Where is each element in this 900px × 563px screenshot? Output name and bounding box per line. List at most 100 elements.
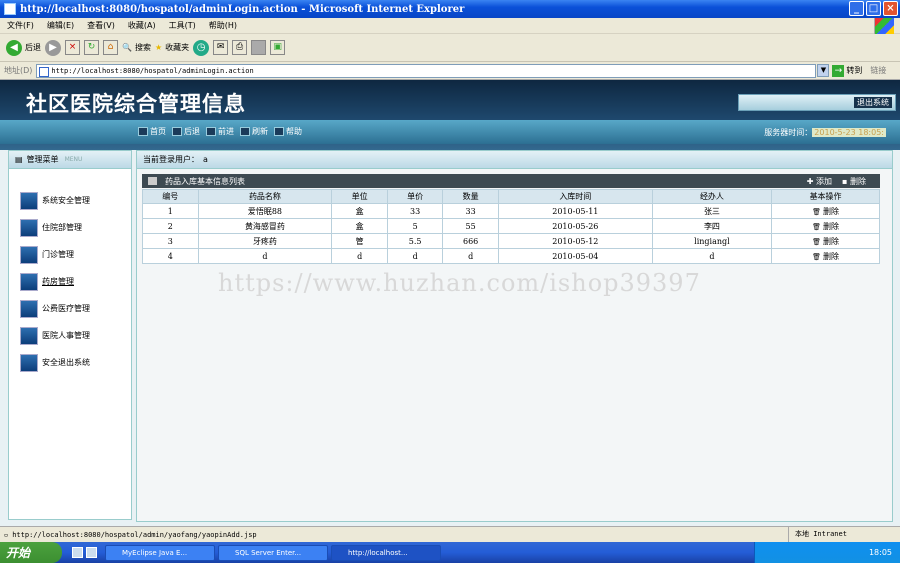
cell-name: d	[197, 248, 333, 264]
system-tray: 18:05	[754, 542, 900, 563]
row-delete-button[interactable]: 删除	[771, 203, 880, 219]
menu-bar: 文件(F) 编辑(E) 查看(V) 收藏(A) 工具(T) 帮助(H)	[0, 18, 900, 34]
home-icon	[138, 127, 148, 136]
cell-id: 1	[142, 203, 199, 219]
address-input[interactable]: http://localhost:8080/hospatol/adminLogi…	[36, 63, 817, 78]
cell-handler: 张三	[651, 203, 773, 219]
row-delete-button[interactable]: 删除	[771, 218, 880, 234]
close-button[interactable]: ×	[883, 1, 898, 16]
cell-id: 2	[142, 218, 199, 234]
windows-logo-icon	[874, 18, 894, 34]
personnel-icon	[20, 326, 38, 345]
forward-arrow-icon[interactable]: ▶	[45, 39, 61, 56]
current-user-bar: 当前登录用户： a	[137, 151, 892, 169]
nav-home[interactable]: 首页	[138, 126, 166, 137]
row-delete-button[interactable]: 删除	[771, 233, 880, 249]
chevron-down-icon[interactable]: ▼	[817, 64, 830, 77]
messenger-icon[interactable]: ▣	[270, 40, 286, 55]
row-delete-button[interactable]: 删除	[771, 248, 880, 264]
table-row: 1 爱悟眠88 盒 33 33 2010-05-11 张三 删除	[142, 203, 880, 219]
menu-edit[interactable]: 编辑(E)	[47, 20, 74, 31]
task-browser[interactable]: http://localhost...	[331, 544, 441, 561]
minimize-button[interactable]: _	[849, 1, 864, 16]
sidebar-item-personnel[interactable]: 医院人事管理	[20, 322, 131, 349]
help-icon	[274, 127, 284, 136]
star-icon: ★	[154, 43, 163, 52]
sidebar-item-security[interactable]: 系统安全管理	[20, 187, 131, 214]
cell-quantity: 33	[442, 203, 499, 219]
menu-icon: ▤	[15, 155, 23, 164]
menu-tools[interactable]: 工具(T)	[169, 20, 196, 31]
security-zone: 本地 Intranet	[788, 527, 900, 542]
server-time: 服务器时间： 2010-5-23 18:05:	[764, 128, 886, 137]
home-icon[interactable]: ⌂	[103, 40, 118, 55]
cell-price: 5.5	[386, 233, 444, 249]
cell-handler: lingiangl	[651, 233, 773, 249]
nav-back[interactable]: 后退	[172, 126, 200, 137]
window-titlebar: http://localhost:8080/hospatol/adminLogi…	[0, 0, 900, 18]
cell-price: d	[386, 248, 444, 264]
back-arrow-icon: ◀	[6, 39, 22, 56]
search-button[interactable]: 🔍 搜索	[122, 42, 151, 53]
menu-help[interactable]: 帮助(H)	[209, 20, 237, 31]
col-unit: 单位	[331, 189, 388, 204]
cell-quantity: 55	[442, 218, 499, 234]
quicklaunch-icon[interactable]	[72, 547, 83, 558]
mail-icon[interactable]: ✉	[213, 40, 229, 55]
col-price: 单价	[386, 189, 444, 204]
cell-unit: 盒	[331, 218, 388, 234]
address-bar: 地址(D) http://localhost:8080/hospatol/adm…	[0, 62, 900, 80]
sidebar-item-logout[interactable]: 安全退出系统	[20, 349, 131, 376]
table-title-bar: 药品入库基本信息列表 ✚ 添加 ▪ 删除	[142, 174, 880, 188]
nav-forward[interactable]: 前进	[206, 126, 234, 137]
nav-help[interactable]: 帮助	[274, 126, 302, 137]
stop-icon[interactable]: ×	[65, 40, 80, 55]
sidebar-item-outpatient[interactable]: 门诊管理	[20, 241, 131, 268]
status-bar: ▫ http://localhost:8080/hospatol/admin/y…	[0, 526, 900, 542]
print-icon[interactable]: ⎙	[232, 40, 248, 55]
logout-button[interactable]: 退出系统	[854, 97, 892, 108]
logout-icon	[20, 353, 38, 372]
delete-all-button[interactable]: ▪ 删除	[842, 176, 866, 187]
cell-handler: d	[651, 248, 773, 264]
cell-name: 爱悟眠88	[197, 203, 333, 219]
cell-unit: d	[331, 248, 388, 264]
task-sqlserver[interactable]: SQL Server Enter...	[218, 544, 328, 561]
sidebar-header: ▤ 管理菜单 MENU	[9, 151, 131, 169]
maximize-button[interactable]: □	[866, 1, 881, 16]
edit-icon[interactable]	[251, 40, 267, 55]
task-myeclipse[interactable]: MyEclipse Java E...	[105, 544, 215, 561]
cell-id: 3	[142, 233, 199, 249]
cell-name: 牙疼药	[197, 233, 333, 249]
go-button[interactable]: 转到	[846, 65, 862, 76]
quicklaunch-icon[interactable]	[86, 547, 97, 558]
cell-date: 2010-05-26	[497, 218, 653, 234]
nav-refresh[interactable]: 刷新	[240, 126, 268, 137]
cell-quantity: 666	[442, 233, 499, 249]
add-button[interactable]: ✚ 添加	[807, 176, 832, 187]
window-title: http://localhost:8080/hospatol/adminLogi…	[20, 3, 465, 15]
cell-price: 33	[386, 203, 444, 219]
favorites-button[interactable]: ★ 收藏夹	[155, 42, 189, 53]
cell-date: 2010-05-04	[497, 248, 653, 264]
start-button[interactable]: 开始	[0, 542, 62, 563]
go-arrow-icon[interactable]: →	[832, 64, 845, 77]
links-button[interactable]: 链接	[870, 65, 886, 76]
back-button[interactable]: ◀ 后退	[6, 39, 41, 56]
col-name: 药品名称	[197, 189, 333, 204]
history-icon[interactable]: ◷	[193, 39, 210, 56]
cell-unit: 盒	[331, 203, 388, 219]
menu-view[interactable]: 查看(V)	[87, 20, 115, 31]
sidebar-item-pharmacy[interactable]: 药房管理	[20, 268, 131, 295]
refresh-icon[interactable]: ↻	[84, 40, 99, 55]
sidebar-item-inpatient[interactable]: 住院部管理	[20, 214, 131, 241]
col-date: 入库时间	[497, 189, 653, 204]
taskbar: 开始 MyEclipse Java E... SQL Server Enter.…	[0, 542, 900, 563]
main-panel: 当前登录用户： a 药品入库基本信息列表 ✚ 添加 ▪ 删除 编号 药品名称 单…	[136, 150, 893, 522]
inpatient-icon	[20, 218, 38, 237]
menu-favorites[interactable]: 收藏(A)	[128, 20, 156, 31]
sidebar-item-public-medical[interactable]: 公费医疗管理	[20, 295, 131, 322]
col-id: 编号	[142, 189, 199, 204]
menu-file[interactable]: 文件(F)	[7, 20, 34, 31]
browser-toolbar: ◀ 后退 ▶ × ↻ ⌂ 🔍 搜索 ★ 收藏夹 ◷ ✉ ⎙ ▣	[0, 34, 900, 62]
